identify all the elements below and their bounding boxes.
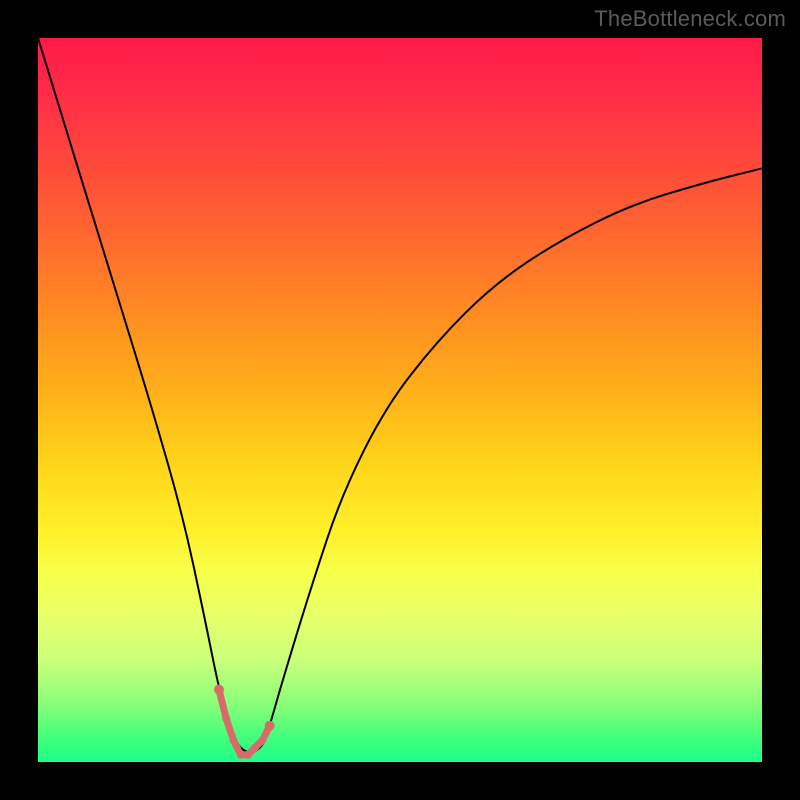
chart-stage: TheBottleneck.com (0, 0, 800, 800)
curve-svg (38, 38, 762, 762)
marker-dot (237, 751, 245, 759)
marker-dot (230, 736, 238, 744)
marker-dot (214, 685, 224, 695)
marker-dot (251, 744, 259, 752)
marker-dot (244, 751, 252, 759)
marker-dot (222, 715, 230, 723)
marker-group (214, 685, 275, 759)
marker-dot (265, 721, 275, 731)
marker-dot (258, 736, 266, 744)
watermark-text: TheBottleneck.com (594, 6, 786, 32)
plot-area (38, 38, 762, 762)
bottleneck-curve (38, 38, 762, 752)
